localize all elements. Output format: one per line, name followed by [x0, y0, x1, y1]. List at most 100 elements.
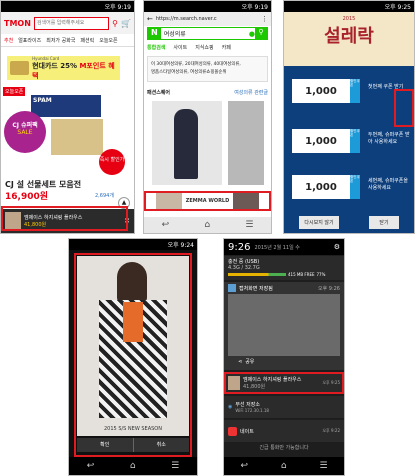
storage-fill	[228, 273, 286, 276]
menu-icon[interactable]: ⋮	[261, 15, 268, 23]
status-bar: 오후 9:19	[1, 1, 134, 12]
coupon-2-value: 1,000	[305, 135, 337, 147]
popup-title: 설레락	[324, 26, 374, 47]
fashion-main-image[interactable]	[152, 101, 222, 185]
wifi-icon: ◉	[228, 404, 233, 410]
system-navbar: ↩ ⌂ ☰	[144, 217, 271, 233]
coupon-2-side: 할인쿠폰	[350, 129, 360, 153]
back-icon[interactable]: ↩	[162, 220, 170, 230]
fashion-side-image[interactable]	[228, 101, 264, 185]
naver-logo[interactable]: N	[148, 28, 161, 39]
system-navbar: ↩ ⌂ ☰	[224, 457, 344, 475]
dont-show-again-button[interactable]: 다시보지 않기	[299, 215, 339, 229]
tab-fashion[interactable]: 패션릭	[80, 37, 94, 44]
highlight-box	[144, 191, 271, 211]
hyundai-banner[interactable]: Hyundai Card 현대카드 25% M포인트 혜택	[7, 56, 120, 80]
notif3-title: 무선 저장소	[235, 402, 260, 408]
query-input[interactable]: 여성의류	[161, 29, 249, 38]
card-image	[10, 61, 30, 75]
cart-icon[interactable]: 🛒	[121, 19, 131, 28]
today-open-badge: 오늘오픈	[3, 87, 26, 96]
coupon-1-side: 할인쿠폰	[350, 79, 360, 103]
section-link[interactable]: 여성의류 관련글	[234, 89, 268, 96]
spam-box: SPAM	[31, 95, 101, 117]
storage-free: 415 MB FREE	[288, 272, 315, 277]
notif4-time: 오후 9:22	[322, 428, 340, 433]
date: 2015년 2월 11일 수	[254, 244, 300, 251]
home-icon[interactable]: ⌂	[130, 461, 136, 471]
popup-buttons: 다시보지 않기 닫기	[284, 213, 414, 231]
home-icon[interactable]: ⌂	[281, 461, 287, 471]
sale-title: CJ 슈퍼팩	[12, 122, 38, 129]
tab-shopping[interactable]: 지식쇼핑	[195, 44, 213, 51]
wireless-text: 무선 저장소 WiFi 172.30.1.18	[235, 401, 269, 413]
image-icon	[228, 284, 236, 292]
close-button[interactable]: 닫기	[369, 215, 399, 229]
banner-text-main: 현대카드 25%	[32, 61, 78, 70]
charging-status: 충전 중 (USB)	[228, 259, 260, 265]
usage-info: 4.3G / 32.7G	[228, 265, 260, 271]
coupon-3[interactable]: 1,000 할인쿠폰	[292, 175, 360, 199]
back-icon[interactable]: ↩	[87, 461, 95, 471]
status-time: 오후 9:19	[104, 4, 131, 11]
autocomplete-line-1[interactable]: 이 30대여성의류, 20대여성의류, 40대여성의류,	[151, 61, 264, 69]
tmon-header: TMON ⚲ 🛒	[1, 12, 134, 34]
instant-discount-badge: 즉시 할인가	[99, 149, 125, 175]
tmon-logo[interactable]: TMON	[4, 19, 31, 28]
notif1-time: 오후 9:26	[317, 285, 340, 292]
url-bar: ← https://m.search.naver.c ⋮	[144, 12, 271, 26]
phone-tmon: 오후 9:19 TMON ⚲ 🛒 추천 얼표라이즈 최저가 공화국 패션릭 오늘…	[0, 0, 135, 234]
search-input[interactable]	[33, 16, 110, 30]
tab-lowest[interactable]: 최저가 공화국	[46, 37, 75, 44]
tab-site[interactable]: 사이트	[173, 44, 187, 51]
section-header: 패션스퀘어 여성의류 관련글	[147, 87, 268, 97]
coupon-2[interactable]: 1,000 할인쿠폰	[292, 129, 360, 153]
promo-line-3: 세번째, 슈퍼쿠폰을 사용하세요	[368, 178, 408, 191]
autocomplete-line-2[interactable]: 명품스타일여성의류, 여성의류쇼핑몰순위	[151, 69, 264, 77]
url-text[interactable]: https://m.search.naver.c	[156, 16, 258, 22]
tmon-tabs: 추천 얼표라이즈 최저가 공화국 패션릭 오늘오픈	[1, 35, 134, 47]
status-time: 오후 9:24	[167, 242, 194, 249]
coupon-1[interactable]: 1,000 할인쿠폰	[292, 79, 360, 103]
wireless-notification[interactable]: ◉ 무선 저장소 WiFi 172.30.1.18	[224, 396, 344, 418]
highlight-box	[224, 372, 344, 394]
gear-icon[interactable]: ⚙	[334, 243, 340, 251]
share-row[interactable]: ⋖ 공유	[224, 356, 344, 367]
phone-fullscreen-ad: 오후 9:24 2015 S/S NEW SEASON 확인 취소 ↩ ⌂ ☰	[68, 238, 198, 476]
back-icon[interactable]: ↩	[240, 461, 248, 471]
tab-cafe[interactable]: 카페	[222, 44, 231, 51]
back-arrow-icon[interactable]: ←	[147, 15, 153, 23]
tab-integrated[interactable]: 통합검색	[147, 44, 165, 51]
nate-icon	[228, 426, 237, 436]
banner-text: 현대카드 25% M포인트 혜택	[32, 61, 117, 81]
battery-level: 77%	[316, 272, 326, 277]
tab-surprise[interactable]: 얼표라이즈	[18, 37, 41, 44]
sale-image[interactable]: 오늘오픈 SPAM CJ 슈퍼팩 SALE 즉시 할인가	[1, 85, 134, 177]
sale-word: SALE	[17, 129, 33, 136]
notif4-title: 네이트	[240, 428, 254, 435]
status-time: 오후 9:25	[384, 4, 411, 11]
search-button[interactable]: ⚲	[255, 28, 267, 39]
phone-notifications: 9:26 2015년 2월 11일 수 ⚙ 충전 중 (USB) 4.3G / …	[223, 238, 345, 476]
home-icon[interactable]: ⌂	[204, 220, 210, 230]
notif-header: 캡처화면 저장됨 오후 9:26	[224, 282, 344, 294]
emergency-footer: 긴급 통화만 가능합니다	[259, 445, 309, 451]
super-pack-circle: CJ 슈퍼팩 SALE	[4, 111, 46, 153]
naver-search-row: N 여성의류 ● ⚲	[147, 27, 268, 40]
nate-notification[interactable]: 네이트 오후 9:22	[224, 420, 344, 442]
recent-apps-icon[interactable]: ☰	[319, 461, 327, 471]
phone-coupon: 오후 9:25 2015 설레락 1,000 할인쿠폰 첫번째 쿠폰 받기 1,…	[283, 0, 415, 234]
model-figure	[174, 109, 198, 179]
recent-apps-icon[interactable]: ☰	[245, 220, 253, 230]
product-price: 16,900원	[5, 192, 49, 202]
notif3-sub: WiFi 172.30.1.18	[235, 408, 269, 413]
storage-bar: 415 MB FREE 77%	[228, 272, 340, 277]
recent-apps-icon[interactable]: ☰	[171, 461, 179, 471]
screenshot-notification[interactable]: 캡처화면 저장됨 오후 9:26 ⋖ 공유	[224, 282, 344, 370]
search-icon[interactable]: ⚲	[112, 19, 118, 28]
shade-header: 9:26 2015년 2월 11일 수 ⚙	[224, 239, 344, 255]
tab-today[interactable]: 오늘오픈	[99, 37, 117, 44]
tab-recommend[interactable]: 추천	[4, 37, 13, 44]
status-bar: 오후 9:25	[284, 1, 414, 12]
highlight-box	[74, 253, 192, 457]
